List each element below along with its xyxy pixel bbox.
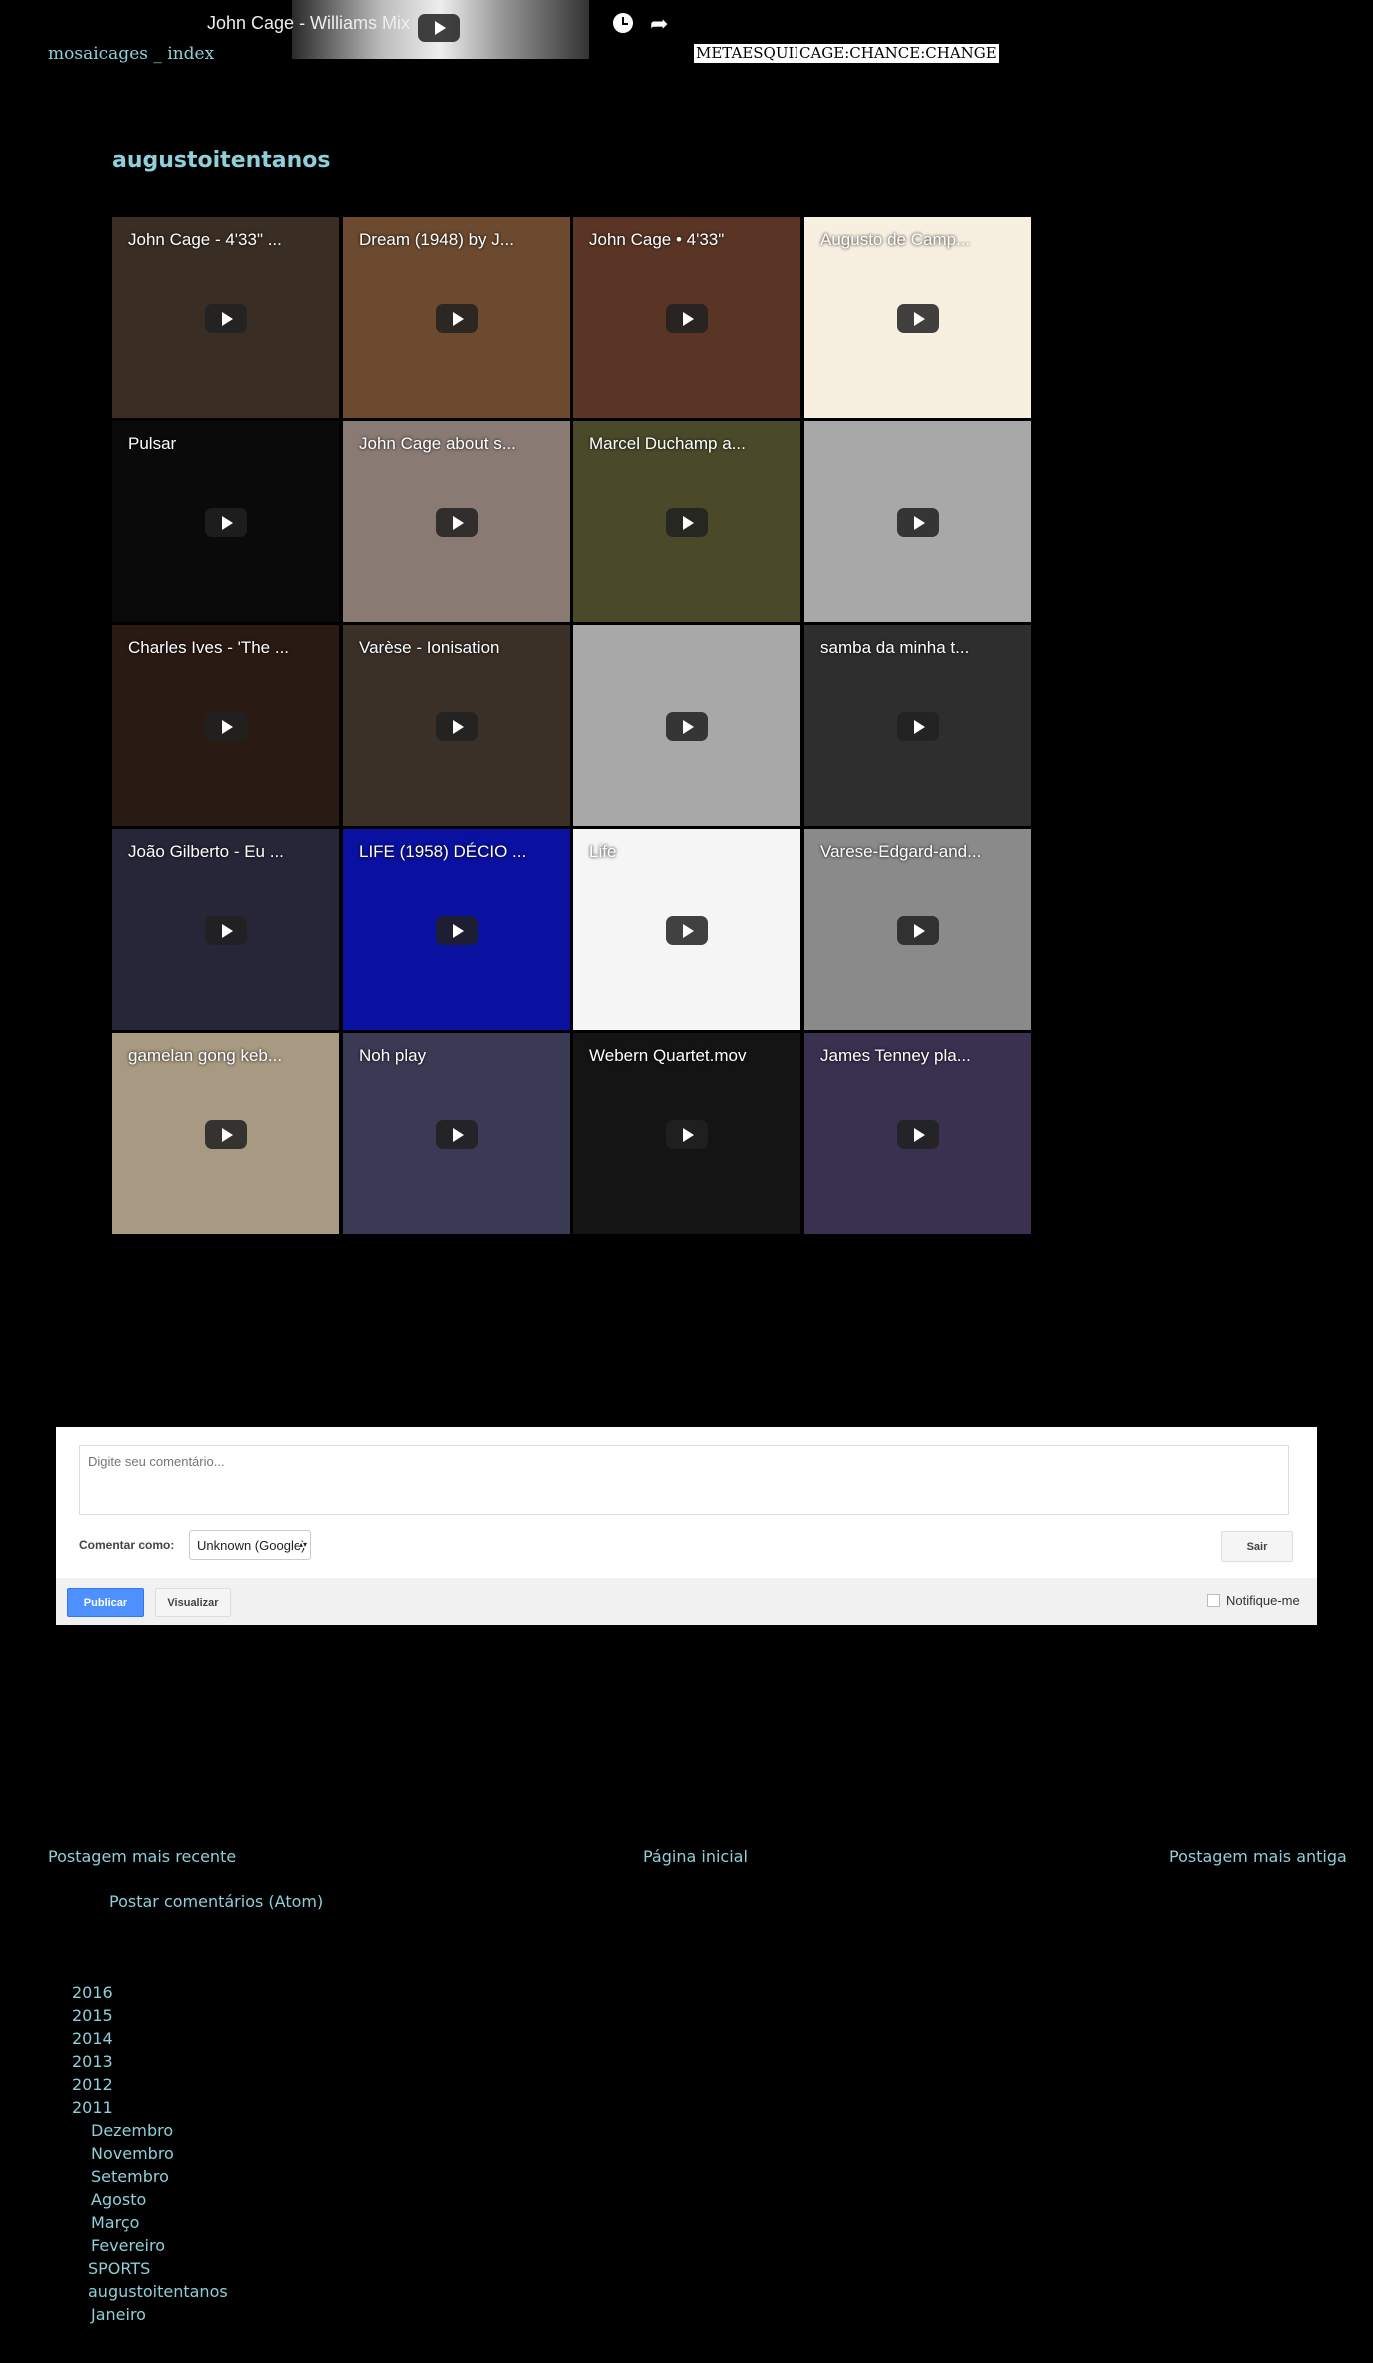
notify-label: Notifique-me (1226, 1593, 1300, 1608)
archive-month[interactable]: Agosto (72, 2188, 228, 2211)
play-icon[interactable] (435, 915, 478, 945)
video-title[interactable]: Noh play (359, 1046, 426, 1066)
play-icon[interactable] (204, 1119, 247, 1149)
archive-month[interactable]: Dezembro (72, 2119, 228, 2142)
play-icon[interactable] (665, 1119, 708, 1149)
play-icon[interactable] (204, 507, 247, 537)
video-title[interactable]: John Cage about s... (359, 434, 516, 454)
video-tile[interactable]: Charles Ives - 'The ... (112, 625, 339, 826)
archive-month[interactable]: Março (72, 2211, 228, 2234)
top-video-title[interactable]: John Cage - Williams Mix (207, 13, 410, 34)
play-icon[interactable] (435, 711, 478, 741)
comments-atom-link[interactable]: Postar comentários (Atom) (109, 1892, 323, 1911)
notify-checkbox[interactable] (1207, 1594, 1220, 1607)
video-tile[interactable]: Pulsar (112, 421, 339, 622)
play-icon[interactable] (204, 915, 247, 945)
publish-button[interactable]: Publicar (67, 1588, 144, 1617)
play-icon[interactable] (435, 507, 478, 537)
video-title[interactable]: Augusto de Camp... (820, 230, 970, 250)
play-icon[interactable] (435, 303, 478, 333)
video-title[interactable]: John Cage • 4'33" (589, 230, 724, 250)
video-title[interactable]: samba da minha t... (820, 638, 969, 658)
post-title: augustoitentanos (112, 148, 331, 173)
video-tile[interactable]: Webern Quartet.mov (573, 1033, 800, 1234)
video-tile[interactable]: Marcel Duchamp a... (573, 421, 800, 622)
video-tile[interactable]: John Cage about s... (343, 421, 570, 622)
watch-later-icon[interactable] (613, 13, 633, 33)
play-icon[interactable] (896, 1119, 939, 1149)
preview-button[interactable]: Visualizar (155, 1588, 231, 1617)
video-title[interactable]: Varese-Edgard-and... (820, 842, 981, 862)
video-title[interactable]: John Cage - 4'33" ... (128, 230, 282, 250)
archive-month[interactable]: Novembro (72, 2142, 228, 2165)
older-post-link[interactable]: Postagem mais antiga (1169, 1847, 1347, 1866)
play-icon[interactable] (896, 915, 939, 945)
blog-archive: 2016 2015 2014 2013 2012 2011 Dezembro N… (72, 1981, 228, 2326)
share-icon[interactable]: ➦ (650, 12, 668, 37)
video-tile[interactable]: John Cage • 4'33" (573, 217, 800, 418)
comment-as-select[interactable]: Unknown (Google) (189, 1530, 311, 1560)
comment-footer: Publicar Visualizar Notifique-me (56, 1578, 1317, 1625)
play-icon[interactable] (896, 711, 939, 741)
video-grid: John Cage - 4'33" ... Dream (1948) by J..… (112, 217, 1031, 1234)
archive-month[interactable]: Fevereiro (72, 2234, 228, 2257)
video-tile[interactable]: Augusto de Camp... (804, 217, 1031, 418)
archive-month[interactable]: Setembro (72, 2165, 228, 2188)
archive-year[interactable]: 2016 (72, 1981, 228, 2004)
play-icon[interactable] (435, 1119, 478, 1149)
video-tile[interactable]: Varese-Edgard-and... (804, 829, 1031, 1030)
archive-year[interactable]: 2012 (72, 2073, 228, 2096)
video-title[interactable]: Pulsar (128, 434, 176, 454)
play-icon[interactable] (204, 303, 247, 333)
video-tile[interactable]: LIFE (1958) DÉCIO ... (343, 829, 570, 1030)
video-tile[interactable]: John Cage - 4'33" ... (112, 217, 339, 418)
home-page-link[interactable]: Página inicial (643, 1847, 748, 1866)
newer-post-link[interactable]: Postagem mais recente (48, 1847, 236, 1866)
video-tile[interactable]: Dream (1948) by J... (343, 217, 570, 418)
video-title[interactable]: LIFE (1958) DÉCIO ... (359, 842, 526, 862)
play-icon[interactable] (665, 915, 708, 945)
comment-as-label: Comentar como: (79, 1538, 175, 1552)
play-icon[interactable] (665, 507, 708, 537)
archive-post[interactable]: SPORTS (72, 2257, 228, 2280)
video-title[interactable]: Marcel Duchamp a... (589, 434, 746, 454)
tag-cage-chance-change[interactable]: CAGE:CHANCE:CHANGE (797, 44, 999, 63)
video-title[interactable]: Charles Ives - 'The ... (128, 638, 289, 658)
comment-form: Comentar como: Unknown (Google) Sair Pub… (56, 1427, 1317, 1625)
play-icon[interactable] (896, 507, 939, 537)
play-icon[interactable] (204, 711, 247, 741)
play-icon[interactable] (665, 303, 708, 333)
archive-month[interactable]: Janeiro (72, 2303, 228, 2326)
video-tile[interactable]: Noh play (343, 1033, 570, 1234)
video-tile[interactable]: João Gilberto - Eu ... (112, 829, 339, 1030)
video-tile[interactable]: samba da minha t... (804, 625, 1031, 826)
play-icon[interactable] (896, 303, 939, 333)
video-title[interactable]: Varèse - Ionisation (359, 638, 499, 658)
video-title[interactable]: gamelan gong keb... (128, 1046, 282, 1066)
video-title[interactable]: João Gilberto - Eu ... (128, 842, 284, 862)
archive-year[interactable]: 2015 (72, 2004, 228, 2027)
comment-input[interactable] (79, 1445, 1289, 1515)
video-tile[interactable]: Varèse - Ionisation (343, 625, 570, 826)
archive-year[interactable]: 2014 (72, 2027, 228, 2050)
archive-year[interactable]: 2011 (72, 2096, 228, 2119)
video-tile[interactable]: gamelan gong keb... (112, 1033, 339, 1234)
play-icon[interactable] (418, 14, 460, 42)
video-title[interactable]: Dream (1948) by J... (359, 230, 514, 250)
video-tile[interactable]: Life (573, 829, 800, 1030)
home-link[interactable]: mosaicages _ index (48, 44, 214, 64)
video-title[interactable]: James Tenney pla... (820, 1046, 971, 1066)
signout-button[interactable]: Sair (1221, 1531, 1293, 1562)
video-title[interactable]: Life (589, 842, 616, 862)
archive-year[interactable]: 2013 (72, 2050, 228, 2073)
play-icon[interactable] (665, 711, 708, 741)
video-title[interactable]: Webern Quartet.mov (589, 1046, 746, 1066)
video-tile[interactable] (804, 421, 1031, 622)
video-tile[interactable] (573, 625, 800, 826)
archive-post[interactable]: augustoitentanos (72, 2280, 228, 2303)
video-tile[interactable]: James Tenney pla... (804, 1033, 1031, 1234)
